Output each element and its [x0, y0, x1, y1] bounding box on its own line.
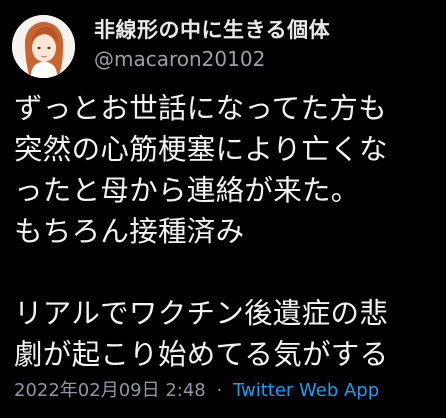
- tweet-text-line: ずっとお世話になってた方も: [14, 92, 387, 125]
- avatar[interactable]: [12, 15, 75, 78]
- meta-separator: ·: [216, 380, 223, 401]
- tweet-text-line-blank: [14, 252, 439, 293]
- tweet-text-line: もちろん接種済み: [14, 215, 245, 248]
- tweet-text: ずっとお世話になってた方も 突然の心筋梗塞により亡くな ったと母から連絡が来た。…: [14, 88, 439, 375]
- tweet-card: 非線形の中に生きる個体 @macaron20102 ずっとお世話になってた方も …: [0, 0, 446, 418]
- tweet-text-line: ったと母から連絡が来た。: [14, 174, 360, 207]
- timestamp[interactable]: 2022年02月09日 2:48: [14, 380, 206, 401]
- tweet-meta: 2022年02月09日 2:48 · Twitter Web App: [14, 376, 379, 402]
- display-name[interactable]: 非線形の中に生きる個体: [94, 14, 330, 44]
- user-handle[interactable]: @macaron20102: [94, 47, 265, 71]
- tweet-text-line: 劇が起こり始めてる気がする: [14, 338, 389, 371]
- tweet-text-line: 突然の心筋梗塞により亡くな: [14, 133, 388, 166]
- tweet-text-line: リアルでワクチン後遺症の悲: [14, 297, 389, 330]
- source-link[interactable]: Twitter Web App: [233, 380, 379, 401]
- avatar-illustration-icon: [12, 15, 75, 78]
